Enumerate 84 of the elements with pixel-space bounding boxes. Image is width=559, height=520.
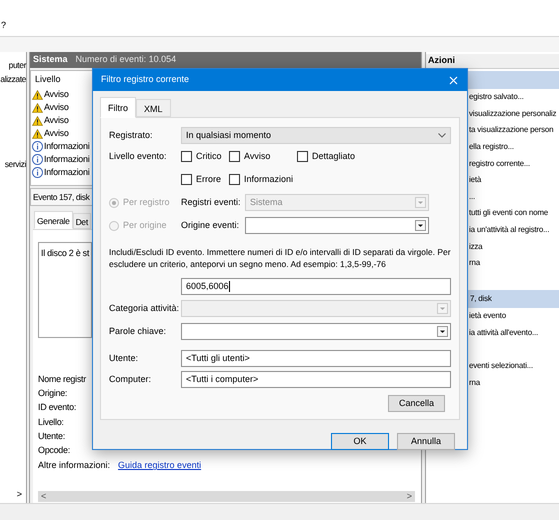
checkbox[interactable] <box>229 174 240 185</box>
navigation-item[interactable]: puter <box>8 58 26 72</box>
action-item[interactable]: ia attività all'evento... <box>469 327 538 340</box>
action-item[interactable]: ia un'attività al registro... <box>469 224 550 236</box>
action-item[interactable]: registro corrente... <box>469 158 530 170</box>
warning-icon <box>32 90 43 100</box>
menu-item[interactable]: ? <box>1 18 6 32</box>
help-link[interactable]: Guida registro eventi <box>118 457 202 474</box>
field-label: Altre informazioni: <box>38 459 110 472</box>
horizontal-scrollbar[interactable]: < > <box>38 491 415 502</box>
field-label: Livello: <box>38 416 64 429</box>
field-label: Livello evento: <box>109 150 168 163</box>
field-label: Nome registr <box>38 373 86 386</box>
action-item[interactable]: eventi selezionati... <box>469 360 533 372</box>
field-label: Opcode: <box>38 444 70 458</box>
table-cell[interactable]: Avviso <box>44 126 69 140</box>
checkbox[interactable] <box>297 151 308 162</box>
scroll-right-arrow[interactable]: > <box>16 488 26 503</box>
checkbox-label: Avviso <box>244 150 270 163</box>
action-item[interactable]: visualizzazione personaliz <box>469 108 556 120</box>
checkbox-label: Critico <box>196 150 222 163</box>
warning-icon <box>32 128 43 138</box>
actions-header: Azioni <box>426 54 559 69</box>
scroll-left-arrow[interactable]: < <box>41 490 46 504</box>
event-title: Evento 157, disk <box>33 190 90 204</box>
action-item[interactable]: ... <box>469 190 476 203</box>
clear-button[interactable]: Cancella <box>388 395 445 412</box>
warning-icon <box>32 116 43 126</box>
action-item[interactable]: izza <box>469 240 482 253</box>
radio-label: Per registro <box>123 196 170 209</box>
log-name: Sistema <box>33 53 68 66</box>
user-field[interactable]: <Tutti gli utenti> <box>181 350 451 367</box>
keywords-dropdown[interactable] <box>181 323 451 340</box>
field-label: Computer: <box>109 372 152 386</box>
action-item[interactable]: ietà evento <box>469 310 506 322</box>
checkbox[interactable] <box>181 174 192 185</box>
field-label: Origine eventi: <box>181 218 240 232</box>
details-tab[interactable]: Det <box>72 213 91 229</box>
action-item[interactable]: tutti gli eventi con nome <box>469 207 548 220</box>
checkbox-label: Informazioni <box>244 172 294 186</box>
event-count: Numero di eventi: 10.054 <box>76 53 176 66</box>
scroll-right-arrow[interactable]: > <box>406 490 412 504</box>
field-label: Utente: <box>38 430 65 443</box>
close-icon[interactable] <box>449 76 458 84</box>
field-label: Registrato: <box>109 128 154 142</box>
ok-button[interactable]: OK <box>331 433 389 450</box>
action-item[interactable]: ietà <box>469 174 482 186</box>
action-item[interactable]: rna <box>469 257 480 270</box>
checkbox[interactable] <box>181 151 192 162</box>
table-cell[interactable]: Avviso <box>44 100 69 114</box>
group-title: 7, disk <box>470 293 492 306</box>
warning-icon <box>32 102 43 112</box>
action-item[interactable]: ta visualizzazione person <box>469 124 554 136</box>
field-label: Utente: <box>109 352 140 365</box>
field-label: Parole chiave: <box>109 324 168 338</box>
table-cell[interactable]: Avviso <box>44 88 69 102</box>
table-cell[interactable]: Informazioni <box>44 166 90 180</box>
field-label: Origine: <box>38 387 68 400</box>
event-id-field[interactable]: 6005,6006 <box>181 278 451 295</box>
radio-label: Per origine <box>123 218 167 232</box>
table-cell[interactable]: Informazioni <box>44 152 90 166</box>
action-item[interactable]: egistro salvato... <box>469 91 524 104</box>
field-label: ID evento: <box>38 401 76 414</box>
event-id-help-text: Includi/Escludi ID evento. Immettere numeri di ID e/o intervalli di ID separati da virgole. Per escludere un criterio, anteporvi un segno meno. Ad esempio: 1,3,5-99,-76 <box>109 246 451 270</box>
table-cell[interactable]: Informazioni <box>44 140 90 154</box>
dialog-tab[interactable]: Filtro <box>100 97 136 118</box>
chevron-down-icon <box>438 133 446 138</box>
checkbox[interactable] <box>229 151 240 162</box>
table-cell[interactable]: Avviso <box>44 114 69 128</box>
details-tab[interactable]: Generale <box>34 211 73 229</box>
checkbox-label: Errore <box>196 172 222 186</box>
field-label: Registri eventi: <box>181 196 242 209</box>
cancel-button[interactable]: Annulla <box>397 433 455 450</box>
action-item[interactable]: rna <box>469 376 480 389</box>
dialog-title: Filtro registro corrente <box>101 73 190 86</box>
computer-field[interactable]: <Tutti i computer> <box>181 371 451 388</box>
checkbox-label: Dettagliato <box>312 150 356 163</box>
dialog-tab[interactable]: XML <box>136 99 171 117</box>
logged-dropdown[interactable]: In qualsiasi momento <box>181 127 451 144</box>
field-label: Categoria attività: <box>109 302 180 315</box>
action-item[interactable]: ella registro... <box>469 141 514 154</box>
navigation-item[interactable]: servizi <box>4 158 26 171</box>
navigation-item[interactable]: alizzate <box>0 72 26 86</box>
description-box: Il disco 2 è st <box>38 242 92 338</box>
